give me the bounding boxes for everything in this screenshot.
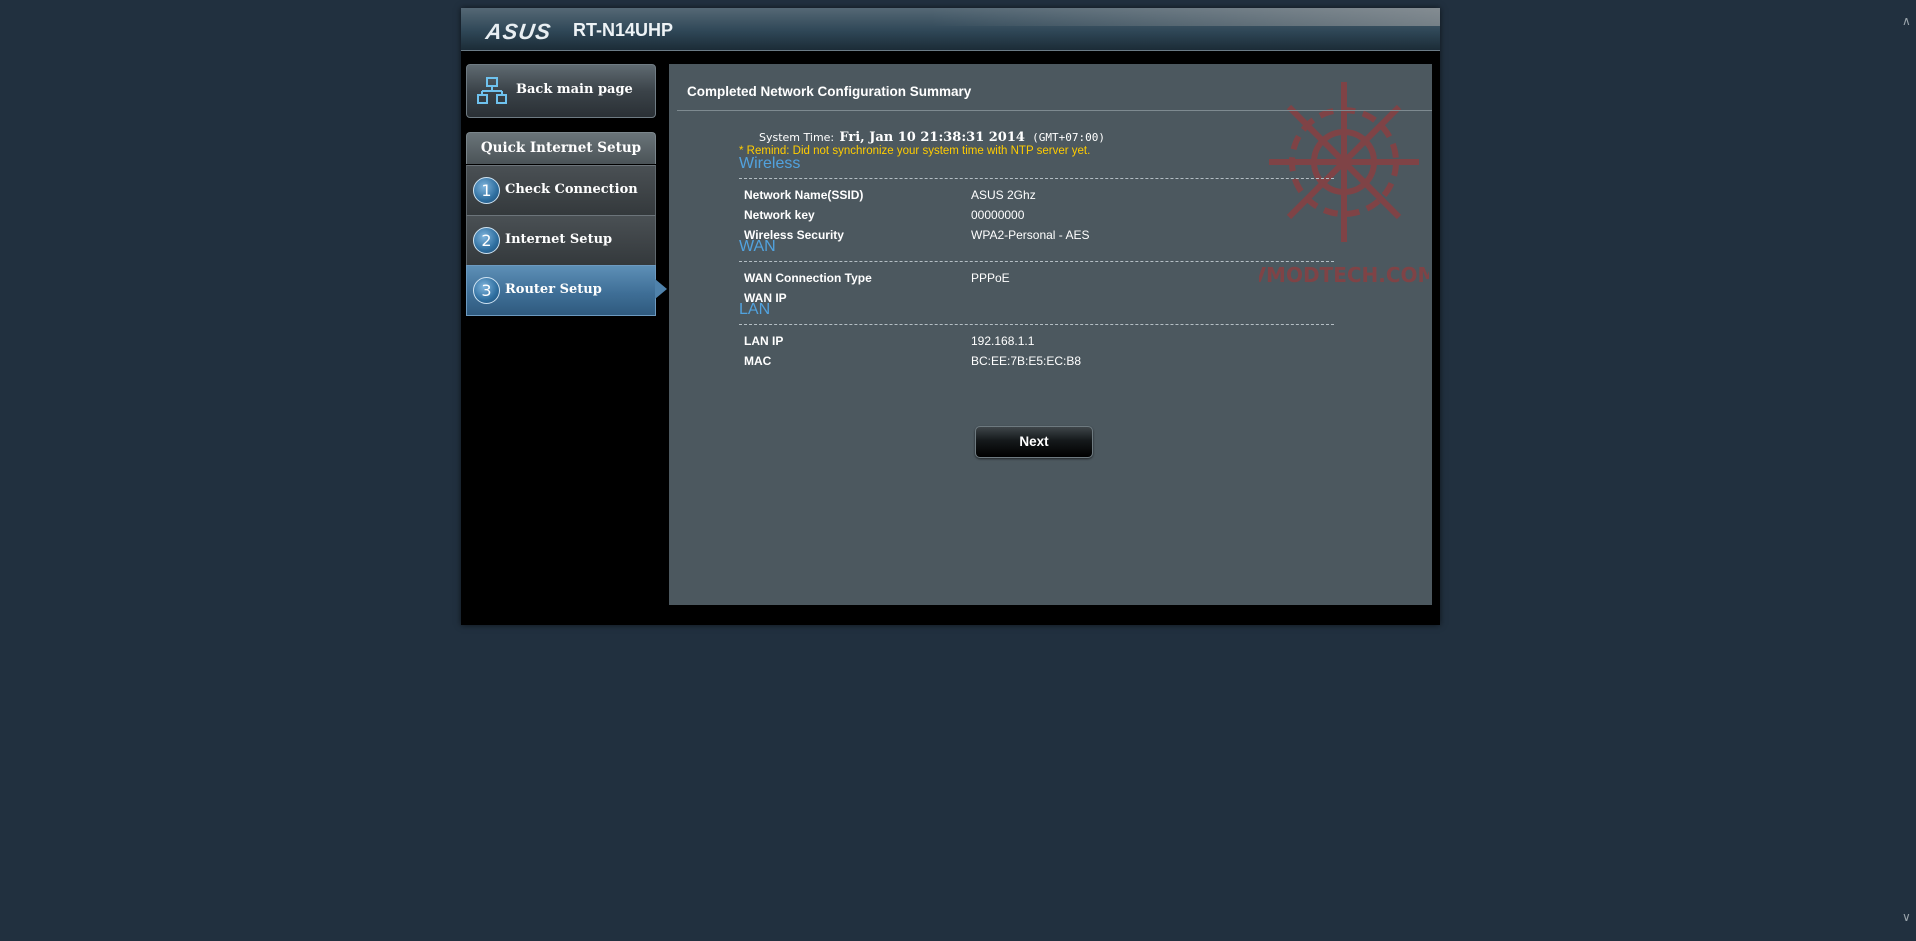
- scroll-down-arrow-icon[interactable]: ∨: [1902, 910, 1911, 924]
- step-number-badge: 2: [473, 227, 500, 254]
- value-wireless-security: WPA2-Personal - AES: [971, 228, 1090, 242]
- active-step-arrow-icon: [655, 279, 667, 299]
- section-title-wan: WAN: [739, 238, 776, 255]
- system-time: System Time: Fri, Jan 10 21:38:31 2014 (…: [759, 130, 1105, 145]
- asus-logo: ASUS: [484, 19, 553, 44]
- model-name: RT-N14UHP: [573, 20, 674, 40]
- value-mac: BC:EE:7B:E5:EC:B8: [971, 354, 1082, 368]
- network-icon: [477, 77, 507, 104]
- system-timezone: (GMT+07:00): [1032, 131, 1106, 144]
- step-number-badge: 1: [473, 177, 500, 204]
- value-network-name: ASUS 2Ghz: [971, 188, 1036, 202]
- value-wan-connection-type: PPPoE: [971, 271, 1010, 285]
- label-lan-ip: LAN IP: [744, 334, 784, 348]
- next-button[interactable]: Next: [975, 426, 1093, 458]
- page-title: Completed Network Configuration Summary: [687, 84, 972, 99]
- label-wan-connection-type: WAN Connection Type: [744, 271, 872, 285]
- system-time-value: Fri, Jan 10 21:38:31 2014: [839, 130, 1025, 145]
- value-network-key: 00000000: [971, 208, 1025, 222]
- back-main-page-label: Back main page: [516, 82, 633, 97]
- banner-decoration: [931, 8, 1440, 26]
- section-divider: [739, 261, 1334, 262]
- quick-internet-setup-title: Quick Internet Setup: [466, 132, 656, 164]
- scroll-up-arrow-icon[interactable]: ∧: [1902, 14, 1911, 28]
- section-title-lan: LAN: [739, 301, 771, 318]
- step-label: Router Setup: [505, 282, 602, 297]
- section-title-wireless: Wireless: [739, 155, 801, 172]
- system-time-label: System Time:: [759, 131, 835, 144]
- value-lan-ip: 192.168.1.1: [971, 334, 1035, 348]
- step-check-connection[interactable]: 1 Check Connection: [466, 165, 656, 216]
- step-label: Check Connection: [505, 182, 638, 197]
- section-divider: [739, 178, 1334, 179]
- step-internet-setup[interactable]: 2 Internet Setup: [466, 215, 656, 266]
- watermark-logo-icon: VMODTECH.COM: [1259, 82, 1429, 287]
- step-router-setup[interactable]: 3 Router Setup: [466, 265, 656, 316]
- summary-panel: VMODTECH.COM Completed Network Configura…: [669, 64, 1432, 605]
- router-window: ASUS RT-N14UHP Back main page Quick Inte…: [461, 8, 1440, 625]
- label-mac: MAC: [744, 354, 772, 368]
- section-divider: [739, 324, 1334, 325]
- header-banner: ASUS RT-N14UHP: [461, 8, 1440, 51]
- step-number-badge: 3: [473, 277, 500, 304]
- title-divider: [677, 110, 1432, 111]
- label-network-name: Network Name(SSID): [744, 188, 864, 202]
- back-main-page-button[interactable]: Back main page: [466, 64, 656, 118]
- label-network-key: Network key: [744, 208, 815, 222]
- step-label: Internet Setup: [505, 232, 613, 247]
- svg-text:VMODTECH.COM: VMODTECH.COM: [1259, 263, 1429, 287]
